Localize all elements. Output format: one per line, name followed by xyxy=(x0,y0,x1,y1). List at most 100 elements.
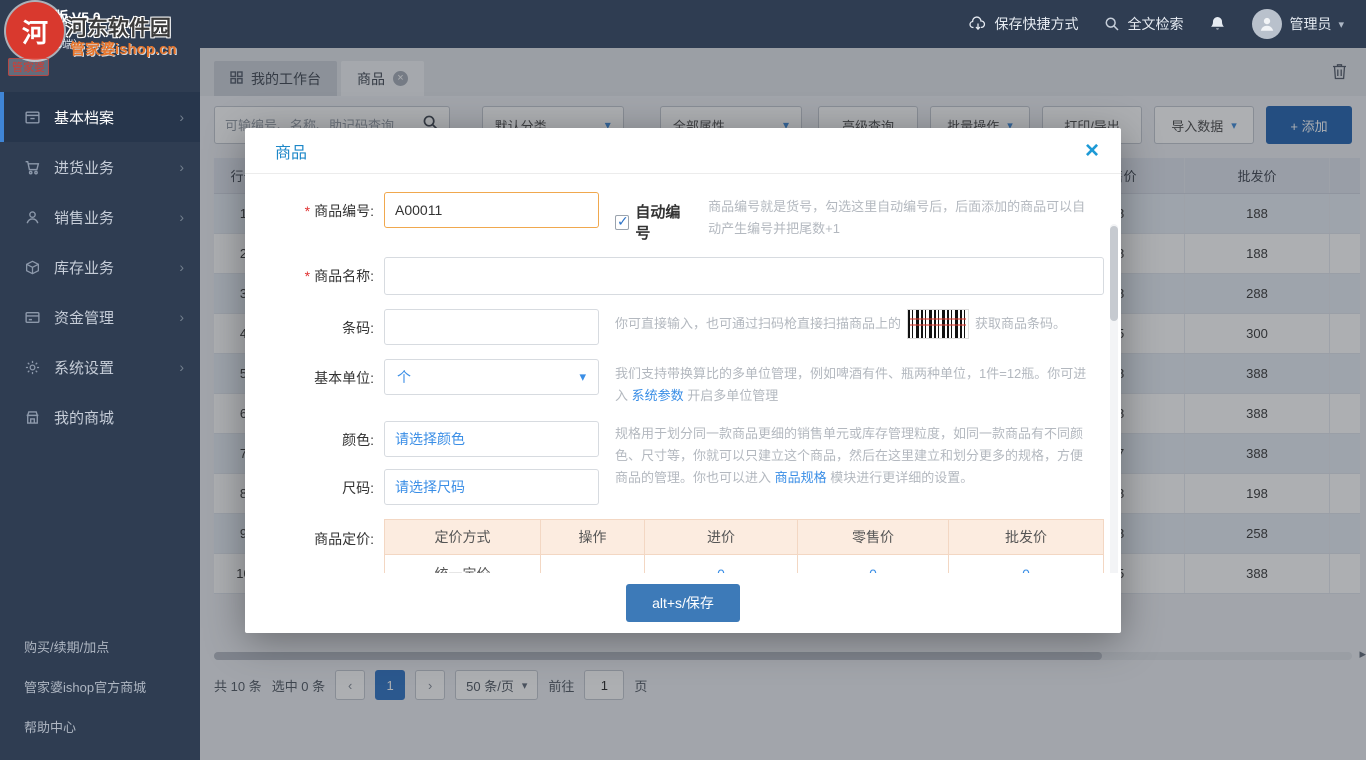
global-search-button[interactable]: 全文检索 xyxy=(1104,14,1183,34)
sidebar-footer-link-1[interactable]: 管家婆ishop官方商城 xyxy=(24,666,200,706)
sidebar-item-5[interactable]: 系统设置 › xyxy=(0,342,200,392)
card-icon xyxy=(24,309,41,326)
operation-cell xyxy=(541,555,645,573)
product-name-label: * 商品名称: xyxy=(304,268,374,284)
sidebar-item-label: 系统设置 xyxy=(54,359,115,377)
spec-hint: 规格用于划分同一款商品更细的销售单元或库存管理粒度，如同一款商品有不同颜色、尺寸… xyxy=(615,421,1087,505)
field-pricing: 商品定价: 定价方式 操作 进价 零售价 批发价 统一定价 0 0 0 xyxy=(269,519,1104,573)
shop-icon xyxy=(24,409,41,426)
user-menu[interactable]: 管理员 ▾ xyxy=(1252,9,1344,39)
base-unit-select[interactable]: 个 ▾ xyxy=(384,359,599,395)
chevron-right-icon: › xyxy=(179,309,184,325)
modal-body: *商品编号: 自动编号 商品编号就是货号，勾选这里自动编号后，后面添加的商品可以… xyxy=(245,174,1121,573)
auto-number-label: 自动编号 xyxy=(635,204,681,242)
modal-scrollbar-thumb[interactable] xyxy=(1110,226,1118,321)
chevron-right-icon: › xyxy=(179,359,184,375)
archive-icon xyxy=(24,109,41,126)
field-barcode: 条码: 你可直接输入，也可通过扫码枪直接扫描商品上的 获取商品条码。 xyxy=(269,309,1087,345)
person-icon xyxy=(24,209,41,226)
modal-header: 商品 × xyxy=(245,128,1121,174)
checkbox-checked-icon xyxy=(615,213,630,230)
required-asterisk: * xyxy=(304,203,311,219)
wholesale-price-value[interactable]: 0 xyxy=(949,555,1104,573)
modal-scrollbar[interactable] xyxy=(1110,224,1118,573)
size-input[interactable] xyxy=(384,469,599,506)
product-name-input[interactable] xyxy=(384,257,1104,295)
color-size-section: 颜色: 尺码: 规格用于划分同一款商品更细的销售单元或库存管理粒度，如同一款商品… xyxy=(269,421,1087,506)
close-icon[interactable]: × xyxy=(1085,138,1099,163)
chevron-right-icon: › xyxy=(179,259,184,275)
sidebar-item-label: 资金管理 xyxy=(54,309,115,327)
unit-hint-after: 开启多单位管理 xyxy=(687,388,779,404)
system-params-link[interactable]: 系统参数 xyxy=(632,388,684,403)
product-code-label: * 商品编号: xyxy=(304,203,374,219)
required-asterisk: * xyxy=(304,268,311,284)
sidebar-item-label: 销售业务 xyxy=(54,209,115,227)
pricing-table: 定价方式 操作 进价 零售价 批发价 统一定价 0 0 0 xyxy=(384,519,1104,573)
pricing-method-header: 定价方式 xyxy=(384,519,541,556)
barcode-input[interactable] xyxy=(384,309,599,345)
sidebar-item-2[interactable]: 销售业务 › xyxy=(0,192,200,242)
site-logo: 河 xyxy=(6,2,64,60)
product-spec-link[interactable]: 商品规格 xyxy=(775,470,827,485)
wholesale-price-header: 批发价 xyxy=(949,519,1104,556)
sidebar-item-1[interactable]: 进货业务 › xyxy=(0,142,200,192)
color-label: 颜色: xyxy=(342,432,374,449)
box-icon xyxy=(24,259,41,276)
field-product-name: * 商品名称: xyxy=(269,257,1104,295)
base-unit-hint: 我们支持带换算比的多单位管理，例如啤酒有件、瓶两种单位，1件=12瓶。你可进入 … xyxy=(615,359,1087,407)
chevron-right-icon: › xyxy=(179,209,184,225)
chevron-down-icon: ▾ xyxy=(1338,18,1344,31)
barcode-image xyxy=(907,309,970,339)
sidebar-item-0[interactable]: 基本档案 › xyxy=(0,92,200,142)
search-icon xyxy=(1104,16,1120,32)
notifications-button[interactable] xyxy=(1209,15,1226,33)
sidebar-item-label: 基本档案 xyxy=(54,109,115,127)
sidebar-item-label: 库存业务 xyxy=(54,259,115,277)
cloud-save-icon xyxy=(969,16,987,32)
bell-icon xyxy=(1209,15,1226,33)
sidebar-item-3[interactable]: 库存业务 › xyxy=(0,242,200,292)
modal-title: 商品 xyxy=(275,144,308,162)
sidebar-item-label: 进货业务 xyxy=(54,159,115,177)
retail-price-value[interactable]: 0 xyxy=(798,555,949,573)
field-product-code: *商品编号: 自动编号 商品编号就是货号，勾选这里自动编号后，后面添加的商品可以… xyxy=(269,192,1087,243)
purchase-price-value[interactable]: 0 xyxy=(645,555,798,573)
save-shortcut-button[interactable]: 保存快捷方式 xyxy=(969,14,1078,34)
operation-header: 操作 xyxy=(541,519,645,556)
sidebar-item-6[interactable]: 我的商城 xyxy=(0,392,200,442)
purchase-price-header: 进价 xyxy=(645,519,798,556)
pricing-header-row: 定价方式 操作 进价 零售价 批发价 xyxy=(384,519,1104,556)
sidebar-menu: 基本档案 › 进货业务 › 销售业务 › 库存业务 › 资金管理 › 系统设置 › 我的商城 xyxy=(0,48,200,442)
field-size: 尺码: xyxy=(269,469,599,506)
chevron-down-icon: ▾ xyxy=(579,369,586,384)
watermark-stamp: 管家婆 xyxy=(8,58,49,76)
barcode-hint-after: 获取商品条码。 xyxy=(975,315,1067,331)
product-modal: 商品 × *商品编号: 自动编号 商品编号就是货号，勾选这里自动编号后，后面添加… xyxy=(245,128,1121,633)
pricing-method-cell: 统一定价 xyxy=(384,555,541,573)
barcode-hint: 你可直接输入，也可通过扫码枪直接扫描商品上的 获取商品条码。 xyxy=(615,309,1066,339)
sidebar: 基本档案 › 进货业务 › 销售业务 › 库存业务 › 资金管理 › 系统设置 › 我的商城 购买/续期… xyxy=(0,48,200,760)
sidebar-item-4[interactable]: 资金管理 › xyxy=(0,292,200,342)
size-label: 尺码: xyxy=(342,480,374,497)
modal-footer: alt+s/保存 xyxy=(245,573,1121,633)
retail-price-header: 零售价 xyxy=(798,519,949,556)
sidebar-footer-link-2[interactable]: 帮助中心 xyxy=(24,706,200,746)
global-search-label: 全文检索 xyxy=(1127,16,1184,32)
save-button[interactable]: alt+s/保存 xyxy=(626,584,740,622)
sidebar-footer-link-0[interactable]: 购买/续期/加点 xyxy=(24,626,200,666)
barcode-label: 条码: xyxy=(342,320,374,336)
barcode-hint-before: 你可直接输入，也可通过扫码枪直接扫描商品上的 xyxy=(615,315,902,331)
color-input[interactable] xyxy=(384,421,599,458)
gear-icon xyxy=(24,359,41,376)
spec-hint-after: 模块进行更详细的设置。 xyxy=(830,470,974,486)
save-shortcut-label: 保存快捷方式 xyxy=(994,16,1079,32)
product-code-input[interactable] xyxy=(384,192,599,228)
auto-number-checkbox[interactable]: 自动编号 xyxy=(615,201,692,243)
pricing-data-row: 统一定价 0 0 0 xyxy=(384,555,1104,573)
field-base-unit: 基本单位: 个 ▾ 我们支持带换算比的多单位管理，例如啤酒有件、瓶两种单位，1件… xyxy=(269,359,1087,407)
product-code-hint: 商品编号就是货号，勾选这里自动编号后，后面添加的商品可以自动产生编号并把尾数+1 xyxy=(708,199,1086,237)
user-name: 管理员 xyxy=(1289,16,1332,32)
avatar xyxy=(1252,9,1283,39)
base-unit-label: 基本单位: xyxy=(314,370,374,386)
